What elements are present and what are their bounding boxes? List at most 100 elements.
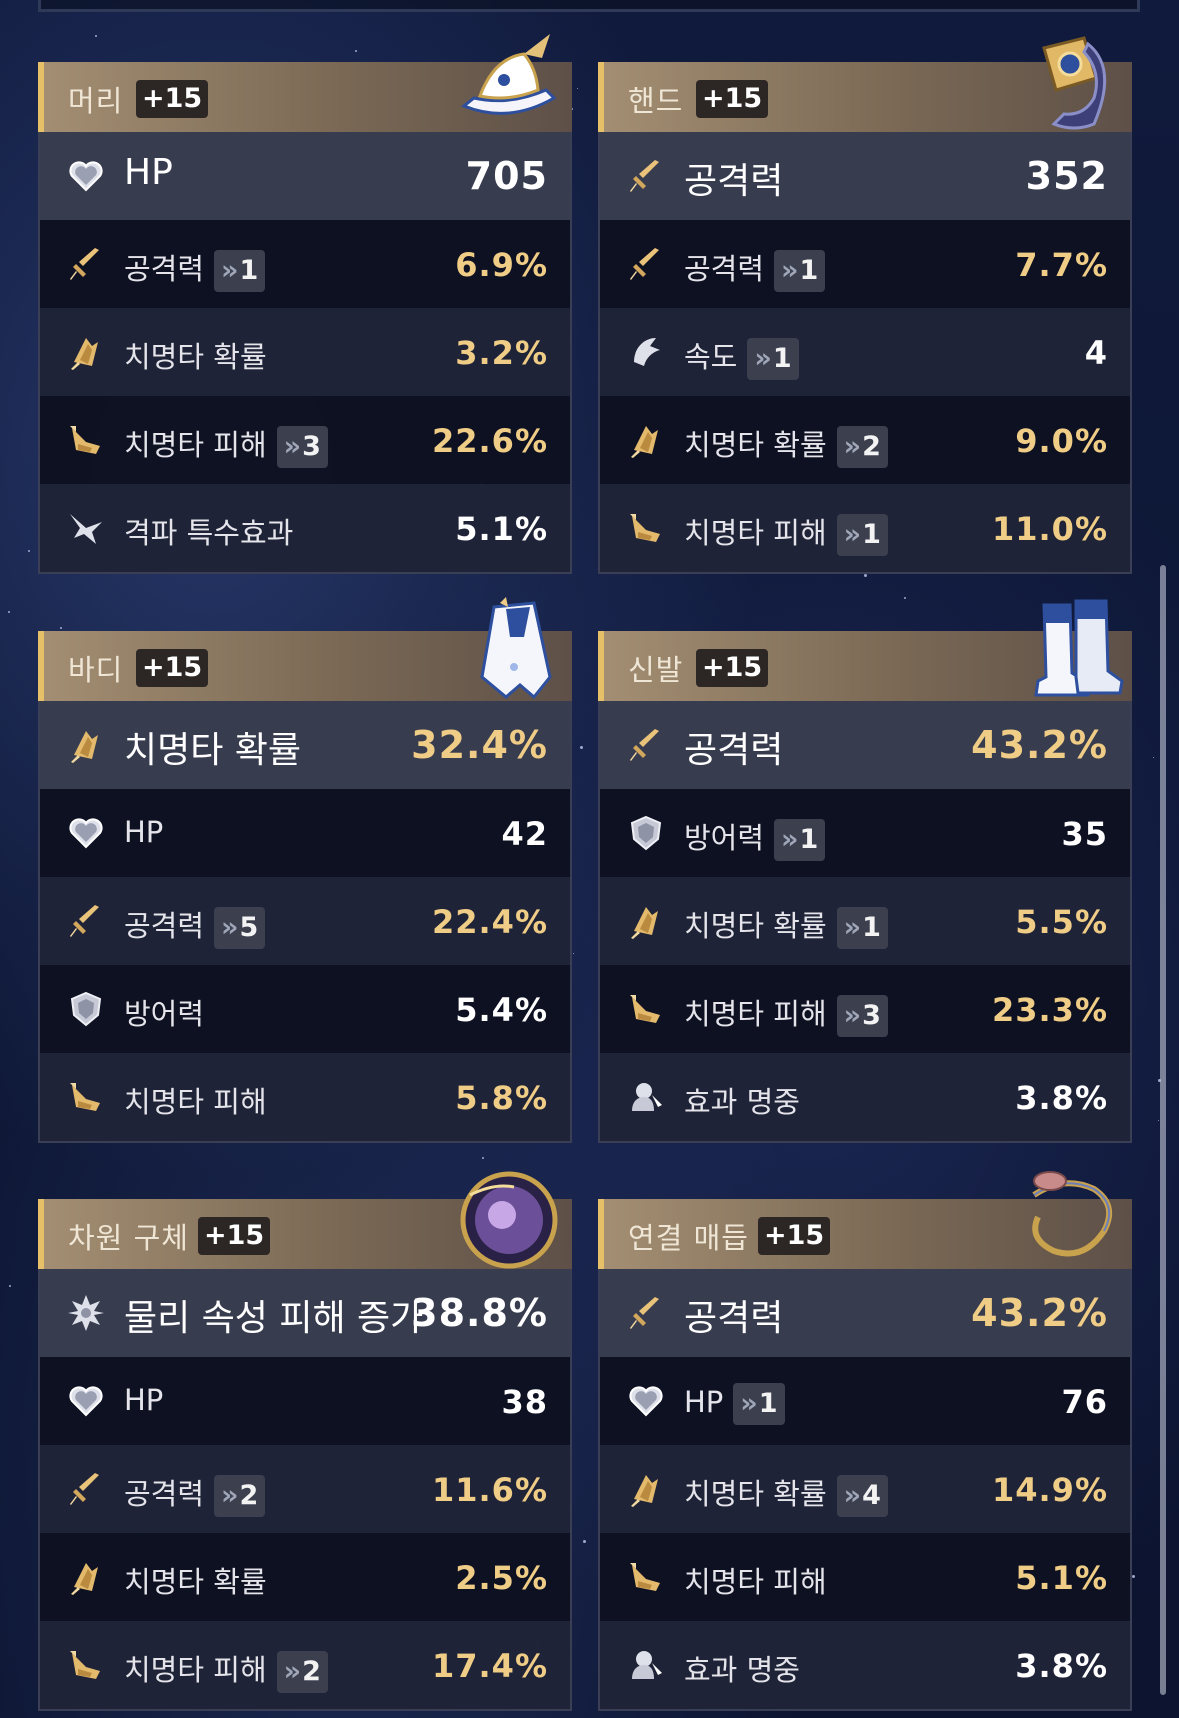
relic-slot-name: 연결 매듭 <box>628 1221 749 1255</box>
stat-name: 속도 <box>684 340 738 374</box>
stat-value: 22.4% <box>431 903 548 941</box>
stat-value: 2.5% <box>455 1559 548 1597</box>
relic-level-badge: +15 <box>696 80 769 118</box>
double-chevron-icon: » <box>221 912 239 943</box>
stat-name: HP <box>124 1383 164 1417</box>
scrollbar[interactable] <box>1160 565 1166 1695</box>
stat-value: 42 <box>501 815 548 853</box>
roll-count-badge: »2 <box>836 426 888 468</box>
sub-stat-row: 치명타 피해 »1 11.0% <box>600 484 1130 572</box>
stat-label: HP <box>124 815 163 849</box>
stat-label: 효과 명중 <box>684 1079 800 1121</box>
stat-name: 치명타 확률 <box>684 909 827 943</box>
stat-value: 9.0% <box>1015 422 1108 460</box>
crit-damage-icon <box>626 1557 666 1597</box>
crit-damage-icon <box>66 420 106 460</box>
stat-name: 치명타 피해 <box>124 428 267 462</box>
main-stat-row: 치명타 확률 32.4% <box>40 701 570 789</box>
relic-card[interactable]: 신발 +15 공격력 43.2% 방어력 »1 35 치명타 확률 »1 5.5% 치명타 피해 »3… <box>598 599 1132 1143</box>
roll-count: 5 <box>239 912 259 943</box>
stat-value: 352 <box>1025 154 1108 198</box>
relic-level-badge: +15 <box>136 80 209 118</box>
sword-icon <box>626 244 666 284</box>
stat-label: 치명타 확률 »1 <box>684 903 888 949</box>
star-dot <box>1153 757 1154 758</box>
stat-value: 38.8% <box>411 1291 548 1335</box>
roll-count-badge: »1 <box>747 338 799 380</box>
sub-stat-row: 효과 명중 3.8% <box>600 1621 1130 1709</box>
relic-header: 연결 매듭 +15 <box>598 1171 1132 1269</box>
stat-label: 치명타 피해 »3 <box>684 991 888 1037</box>
stat-value: 5.5% <box>1015 903 1108 941</box>
relic-card[interactable]: 머리 +15 HP 705 공격력 »1 6.9% 치명타 확률 3.2% 치명타 피해 »3 22.… <box>38 34 572 574</box>
roll-count-badge: »1 <box>836 514 888 556</box>
star-dot <box>355 50 357 52</box>
stat-value: 32.4% <box>411 723 548 767</box>
stat-value: 11.6% <box>431 1471 548 1509</box>
stat-value: 22.6% <box>431 422 548 460</box>
stat-name: 치명타 피해 <box>684 997 827 1031</box>
relic-level-badge: +15 <box>758 1217 831 1255</box>
crit-damage-icon <box>626 989 666 1029</box>
sub-stat-row: 방어력 5.4% <box>40 965 570 1053</box>
stat-name: 공격력 <box>684 252 765 286</box>
sub-stat-row: 공격력 »5 22.4% <box>40 877 570 965</box>
stat-value: 14.9% <box>991 1471 1108 1509</box>
stat-name: 방어력 <box>124 997 205 1031</box>
main-stat-row: 공격력 352 <box>600 132 1130 220</box>
crit-rate-icon <box>66 725 106 765</box>
double-chevron-icon: » <box>781 824 799 855</box>
sub-stat-row: 치명타 피해 »2 17.4% <box>40 1621 570 1709</box>
sub-stat-row: 공격력 »2 11.6% <box>40 1445 570 1533</box>
stat-name: 치명타 확률 <box>684 428 827 462</box>
roll-count-badge: »2 <box>276 1651 328 1693</box>
star-dot <box>60 627 62 629</box>
stat-value: 5.1% <box>455 510 548 548</box>
crit-rate-icon <box>626 1469 666 1509</box>
sub-stat-row: 치명타 피해 »3 23.3% <box>600 965 1130 1053</box>
stat-value: 35 <box>1061 815 1108 853</box>
stat-label: 방어력 »1 <box>684 815 826 861</box>
sub-stat-row: HP 38 <box>40 1357 570 1445</box>
star-dot <box>9 1285 11 1287</box>
effect-hit-icon <box>626 1077 666 1117</box>
stat-name: 공격력 <box>124 1477 205 1511</box>
relic-level-badge: +15 <box>136 649 209 687</box>
stat-value: 5.8% <box>455 1079 548 1117</box>
roll-count-badge: »4 <box>836 1475 888 1517</box>
relic-header: 차원 구체 +15 <box>38 1171 572 1269</box>
roll-count: 1 <box>772 343 792 374</box>
roll-count: 1 <box>239 255 259 286</box>
star-dot <box>573 953 574 954</box>
relic-card[interactable]: 차원 구체 +15 물리 속성 피해 증가 38.8% HP 38 공격력 »2 11.6% 치명… <box>38 1171 572 1711</box>
relic-card[interactable]: 바디 +15 치명타 확률 32.4% HP 42 공격력 »5 22.4% 방어력 5.4% 치명타… <box>38 597 572 1143</box>
stat-value: 5.4% <box>455 991 548 1029</box>
relic-stats: HP 705 공격력 »1 6.9% 치명타 확률 3.2% 치명타 피해 »3 22.6% 격파 … <box>38 132 572 574</box>
roll-count: 3 <box>302 431 321 462</box>
stat-label: 공격력 <box>684 1289 783 1341</box>
relic-slot-name: 머리 <box>68 84 124 118</box>
bracer-icon <box>1014 28 1124 138</box>
relic-card[interactable]: 연결 매듭 +15 공격력 43.2% HP »1 76 치명타 확률 »4 14.9% 치명타 피… <box>598 1171 1132 1711</box>
stat-value: 3.2% <box>455 334 548 372</box>
relic-card[interactable]: 핸드 +15 공격력 352 공격력 »1 7.7% 속도 »1 4 치명타 확률 »2 9.0% 치명타… <box>598 36 1132 574</box>
star-dot <box>583 1540 586 1543</box>
double-chevron-icon: » <box>781 255 799 286</box>
stat-value: 4 <box>1084 334 1108 372</box>
roll-count: 1 <box>862 912 881 943</box>
stat-name: 격파 특수효과 <box>124 516 294 550</box>
roll-count-badge: »1 <box>214 250 266 292</box>
relic-stats: 공격력 43.2% 방어력 »1 35 치명타 확률 »1 5.5% 치명타 피해 »3 23.3%… <box>598 701 1132 1143</box>
relic-header: 바디 +15 <box>38 597 572 701</box>
crit-rate-icon <box>626 901 666 941</box>
star-dot <box>1158 1120 1159 1121</box>
relic-stats: 공격력 352 공격력 »1 7.7% 속도 »1 4 치명타 확률 »2 9.0% 치명타 피해 »1… <box>598 132 1132 574</box>
stat-name: 공격력 <box>684 1298 784 1339</box>
stat-label: 공격력 »2 <box>124 1471 266 1517</box>
sub-stat-row: HP »1 76 <box>600 1357 1130 1445</box>
roll-count: 1 <box>799 824 819 855</box>
effect-hit-icon <box>626 1645 666 1685</box>
stat-name: 치명타 피해 <box>124 1085 267 1119</box>
stat-label: 치명타 확률 <box>124 334 267 376</box>
roll-count-badge: »1 <box>774 819 826 861</box>
